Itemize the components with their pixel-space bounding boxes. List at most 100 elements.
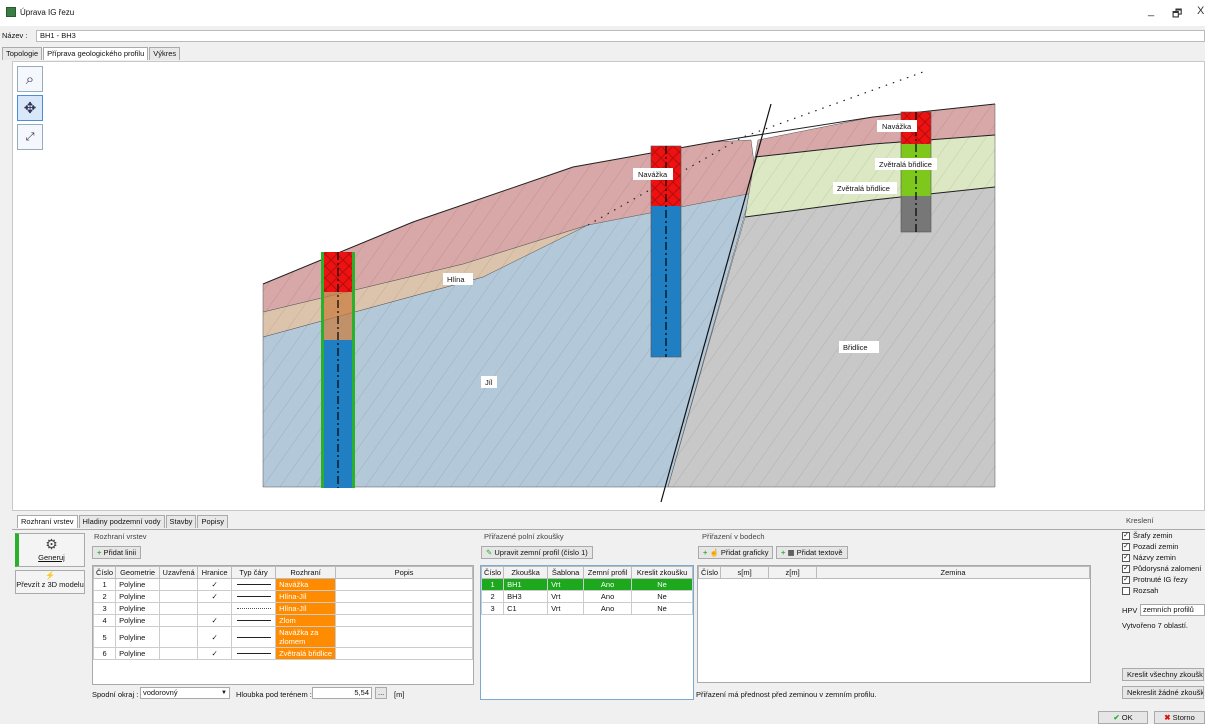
check-icon: ✔ <box>1113 713 1120 722</box>
add-line-button[interactable]: + Přidat linii <box>92 546 141 559</box>
table-cell <box>231 602 277 615</box>
draw-option-checkbox[interactable]: Rozsah <box>1122 585 1204 596</box>
depth-input[interactable]: 5,54 <box>312 687 372 699</box>
field-tests-table: Číslo Zkouška Šablona Zemní profil Kresl… <box>480 566 693 615</box>
points-group-title: Přiřazení v bodech <box>702 532 765 541</box>
draw-option-checkbox[interactable]: ✓ Půdorysná zalomení <box>1122 563 1204 574</box>
tab-rozhrani[interactable]: Rozhraní vrstev <box>17 515 78 528</box>
col-header[interactable]: Popis <box>335 566 473 579</box>
draw-option-label: Šrafy zemin <box>1133 531 1173 540</box>
soil-label-zvetrala-1: Zvětralá břidlice <box>875 158 937 170</box>
draw-options-list: ✓ Šrafy zemin ✓ Pozadí zemin ✓ Názvy zemin ✓ Pů… <box>1122 530 1204 596</box>
table-row[interactable]: 6 Polyline ✓ Zvětralá břidlice <box>92 647 473 660</box>
table-row[interactable]: 1 Polyline ✓ Navážka <box>92 578 473 591</box>
draw-option-checkbox[interactable]: ✓ Pozadí zemin <box>1122 541 1204 552</box>
borehole-bh1 <box>321 252 355 488</box>
tab-hladiny[interactable]: Hladiny podzemní vody <box>78 515 165 528</box>
checkbox-icon[interactable]: ✓ <box>1122 553 1130 562</box>
col-header[interactable]: Číslo <box>697 566 722 579</box>
col-header[interactable]: Typ čáry <box>231 566 277 579</box>
depth-dots-button[interactable]: ... <box>375 687 388 699</box>
toolbox: ⌕ ✥ ⤢ <box>17 66 43 153</box>
col-header[interactable]: Geometrie <box>115 566 161 579</box>
table-cell <box>159 614 199 627</box>
restore-button[interactable]: 🗗 <box>1172 5 1182 24</box>
move-icon[interactable]: ✥ <box>17 95 43 121</box>
cancel-button[interactable]: ✖ Storno <box>1154 711 1205 724</box>
table-cell: 3 <box>480 602 505 615</box>
draw-all-button[interactable]: Kreslit všechny zkoušky <box>1122 668 1204 681</box>
table-cell <box>159 647 199 660</box>
table-cell: Ano <box>583 602 633 615</box>
table-cell: Polyline <box>115 578 161 591</box>
checkbox-icon[interactable]: ✓ <box>1122 575 1130 584</box>
ok-button[interactable]: ✔ OK <box>1098 711 1148 724</box>
hpv-label: HPV : <box>1122 606 1142 615</box>
col-header[interactable]: Kreslit zkoušku <box>631 566 693 579</box>
fit-icon[interactable]: ⤢ <box>17 124 43 150</box>
app-icon <box>6 7 16 17</box>
soil-label-navazka-2: Navážka <box>877 120 917 132</box>
table-row[interactable]: 1 BH1 Vrt Ano Ne <box>480 578 693 591</box>
add-graphic-button[interactable]: + ☝ Přidat graficky <box>698 546 774 559</box>
checkbox-icon[interactable]: ✓ <box>1122 531 1130 540</box>
tab-vykres[interactable]: Výkres <box>149 47 181 60</box>
bottom-tabs: Rozhraní vrstev Hladiny podzemní vody St… <box>17 515 229 529</box>
draw-none-button[interactable]: Nekreslit žádné zkoušky <box>1122 686 1204 699</box>
bottom-edge-label: Spodní okraj : <box>92 690 139 699</box>
tab-popisy[interactable]: Popisy <box>197 515 228 528</box>
col-header[interactable]: Rozhraní <box>275 566 337 579</box>
col-header[interactable]: Hranice <box>197 566 233 579</box>
col-header[interactable]: Číslo <box>92 566 117 579</box>
bottom-edge-select[interactable]: vodorovný ▼ <box>140 687 230 699</box>
drawing-canvas[interactable]: Navážka Navážka Zvětralá břidlice Zvětra… <box>12 61 1205 511</box>
soil-label-bridlice: Břidlice <box>839 341 879 353</box>
table-cell <box>335 590 473 603</box>
col-header[interactable]: Zemní profil <box>583 566 633 579</box>
table-row[interactable]: 2 Polyline ✓ Hlína-Jíl <box>92 590 473 603</box>
line-type-sample <box>236 608 271 609</box>
table-cell: Polyline <box>115 590 161 603</box>
draw-option-checkbox[interactable]: ✓ Názvy zemin <box>1122 552 1204 563</box>
checkbox-icon[interactable]: ✓ <box>1122 542 1130 551</box>
window-title: Úprava IG řezu <box>20 8 75 17</box>
field-tests-group-title: Přiřazené polní zkoušky <box>484 532 564 541</box>
tab-stavby[interactable]: Stavby <box>165 515 197 528</box>
col-header[interactable]: z[m] <box>768 566 818 579</box>
table-cell <box>231 590 277 603</box>
draw-option-checkbox[interactable]: ✓ Šrafy zemin <box>1122 530 1204 541</box>
generate-button[interactable]: ⚙ Generuj <box>15 533 85 567</box>
tab-topologie[interactable]: Topologie <box>2 47 43 60</box>
table-row[interactable]: 5 Polyline ✓ Navážka za zlomem <box>92 626 473 648</box>
edit-profile-button[interactable]: ✎ Upravit zemní profil (číslo 1) <box>481 546 593 559</box>
zoom-icon[interactable]: ⌕ <box>17 66 43 92</box>
col-header[interactable]: Uzavřená <box>159 566 199 579</box>
minimize-button[interactable]: _ <box>1148 5 1154 17</box>
svg-text:Zvětralá břidlice: Zvětralá břidlice <box>879 160 932 169</box>
col-header[interactable]: Zemina <box>816 566 1090 579</box>
interfaces-table: Číslo Geometrie Uzavřená Hranice Typ čár… <box>92 566 473 660</box>
table-cell: Polyline <box>115 614 161 627</box>
hpv-select[interactable]: zemních profilů <box>1140 604 1205 616</box>
name-input[interactable]: BH1 - BH3 <box>36 30 1205 42</box>
bolt-icon: ⚡ <box>45 571 55 580</box>
table-row[interactable]: 4 Polyline ✓ Zlom <box>92 614 473 627</box>
table-cell <box>335 602 473 615</box>
checkbox-icon[interactable]: ✓ <box>1122 564 1130 573</box>
tab-priprava[interactable]: Příprava geologického profilu <box>43 47 149 60</box>
close-button[interactable]: X <box>1197 5 1204 17</box>
import-3d-button[interactable]: ⚡ Převzít z 3D modelu <box>15 570 85 594</box>
table-row[interactable]: 3 C1 Vrt Ano Ne <box>480 602 693 615</box>
x-icon: ✖ <box>1164 713 1171 722</box>
col-header[interactable]: Číslo <box>480 566 505 579</box>
col-header[interactable]: s[m] <box>720 566 770 579</box>
checkbox-icon[interactable] <box>1122 586 1130 595</box>
table-cell <box>231 614 277 627</box>
table-cell <box>335 614 473 627</box>
col-header[interactable]: Šablona <box>547 566 585 579</box>
add-text-button[interactable]: + ▦ Přidat textově <box>776 546 848 559</box>
col-header[interactable]: Zkouška <box>503 566 549 579</box>
table-row[interactable]: 3 Polyline Hlína-Jíl <box>92 602 473 615</box>
draw-option-checkbox[interactable]: ✓ Protnuté IG řezy <box>1122 574 1204 585</box>
table-row[interactable]: 2 BH3 Vrt Ano Ne <box>480 590 693 603</box>
